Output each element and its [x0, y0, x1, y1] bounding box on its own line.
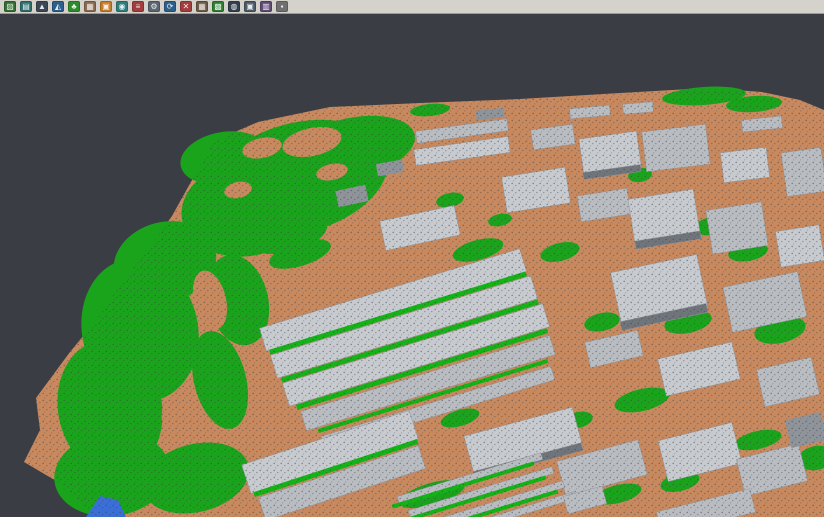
- save-icon[interactable]: ▤: [20, 1, 32, 12]
- globe-icon[interactable]: ◍: [228, 1, 240, 12]
- snapshot-icon[interactable]: ▣: [244, 1, 256, 12]
- texture-icon[interactable]: ▦: [84, 1, 96, 12]
- classify-icon[interactable]: ◉: [116, 1, 128, 12]
- open-file-icon[interactable]: ▨: [4, 1, 16, 12]
- settings-icon[interactable]: ⚙: [148, 1, 160, 12]
- viewport-3d[interactable]: [0, 15, 824, 517]
- report-icon[interactable]: ▥: [260, 1, 272, 12]
- help-icon[interactable]: ▪: [276, 1, 288, 12]
- application-window: ▨ ▤ ▲ ◭ ♣ ▦ ▣ ◉ ≡ ⚙ ⟳ ✕ ▦ ▩ ◍ ▣ ▥ ▪: [0, 0, 824, 517]
- grid-icon[interactable]: ▦: [196, 1, 208, 12]
- point-cloud-canvas[interactable]: [0, 15, 824, 517]
- refresh-icon[interactable]: ⟳: [164, 1, 176, 12]
- ortho-view-icon[interactable]: ▣: [100, 1, 112, 12]
- terrain-icon[interactable]: ◭: [52, 1, 64, 12]
- import-cloud-icon[interactable]: ▲: [36, 1, 48, 12]
- delete-icon[interactable]: ✕: [180, 1, 192, 12]
- measure-icon[interactable]: ≡: [132, 1, 144, 12]
- main-toolbar: ▨ ▤ ▲ ◭ ♣ ▦ ▣ ◉ ≡ ⚙ ⟳ ✕ ▦ ▩ ◍ ▣ ▥ ▪: [0, 0, 824, 14]
- vegetation-icon[interactable]: ♣: [68, 1, 80, 12]
- mesh-icon[interactable]: ▩: [212, 1, 224, 12]
